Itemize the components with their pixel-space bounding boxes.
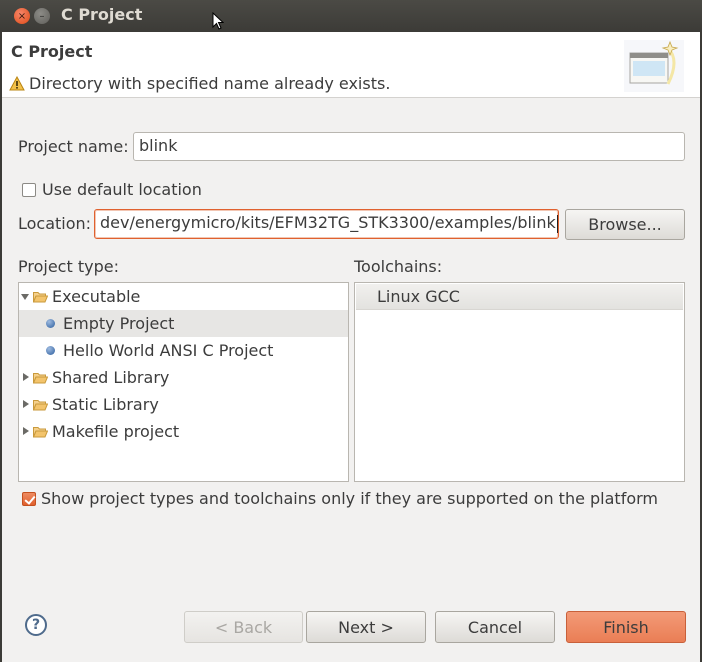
folder-icon xyxy=(33,400,48,411)
project-type-tree[interactable]: Executable Empty Project Hello World ANS… xyxy=(18,282,349,482)
help-icon[interactable]: ? xyxy=(25,614,47,636)
tree-item-label: Shared Library xyxy=(52,368,170,387)
expand-arrow-icon[interactable] xyxy=(21,294,29,300)
expand-arrow-icon[interactable] xyxy=(23,400,29,408)
c-project-dialog: C Project Directory with specified name … xyxy=(2,32,700,662)
tree-item-label: Executable xyxy=(52,287,141,306)
tree-item-label: Makefile project xyxy=(52,422,180,441)
expand-arrow-icon[interactable] xyxy=(23,373,29,381)
browse-button[interactable]: Browse... xyxy=(565,209,685,240)
folder-icon xyxy=(33,373,48,384)
help-glyph: ? xyxy=(31,617,41,633)
tree-item-label: Static Library xyxy=(52,395,159,414)
project-template-icon xyxy=(46,346,55,355)
toolchains-label: Toolchains: xyxy=(354,257,443,276)
finish-button[interactable]: Finish xyxy=(566,611,686,643)
wizard-header: C Project Directory with specified name … xyxy=(2,32,700,98)
window-title: C Project xyxy=(61,5,143,24)
project-name-input[interactable]: blink xyxy=(133,132,685,161)
tree-item-executable[interactable]: Executable xyxy=(19,283,348,310)
project-type-label: Project type: xyxy=(18,257,119,276)
folder-open-icon xyxy=(33,292,48,303)
project-name-label: Project name: xyxy=(18,137,129,156)
location-value: dev/energymicro/kits/EFM32TG_STK3300/exa… xyxy=(100,213,556,232)
back-button[interactable]: < Back xyxy=(184,611,303,643)
use-default-location-label[interactable]: Use default location xyxy=(42,180,202,199)
tree-item-hello-world[interactable]: Hello World ANSI C Project xyxy=(19,337,348,364)
mouse-pointer-icon xyxy=(212,12,224,30)
expand-arrow-icon[interactable] xyxy=(23,427,29,435)
folder-icon xyxy=(33,427,48,438)
tree-item-static-library[interactable]: Static Library xyxy=(19,391,348,418)
tree-item-makefile-project[interactable]: Makefile project xyxy=(19,418,348,445)
minimize-icon: – xyxy=(39,10,45,22)
show-supported-only-checkbox[interactable] xyxy=(22,492,36,506)
wizard-message-text: Directory with specified name already ex… xyxy=(29,74,391,93)
tree-item-label: Hello World ANSI C Project xyxy=(63,341,274,360)
location-label: Location: xyxy=(18,214,92,233)
window-close-button[interactable]: × xyxy=(14,8,30,24)
use-default-location-checkbox[interactable] xyxy=(22,183,36,197)
cancel-button[interactable]: Cancel xyxy=(435,611,555,643)
project-template-icon xyxy=(46,319,55,328)
toolchains-list[interactable]: Linux GCC xyxy=(354,282,685,482)
next-button[interactable]: Next > xyxy=(306,611,426,643)
location-input[interactable]: dev/energymicro/kits/EFM32TG_STK3300/exa… xyxy=(94,209,559,239)
tree-item-label: Empty Project xyxy=(63,314,175,333)
tree-item-empty-project[interactable]: Empty Project xyxy=(19,310,348,337)
text-caret xyxy=(556,214,558,233)
close-icon: × xyxy=(17,10,27,22)
window-minimize-button[interactable]: – xyxy=(34,8,50,24)
wizard-title: C Project xyxy=(11,42,93,61)
wizard-message: Directory with specified name already ex… xyxy=(9,74,390,93)
warning-icon xyxy=(9,76,25,91)
window-titlebar: × – C Project xyxy=(0,0,702,32)
show-supported-only-label[interactable]: Show project types and toolchains only i… xyxy=(41,489,658,508)
tree-item-shared-library[interactable]: Shared Library xyxy=(19,364,348,391)
toolchain-item-linux-gcc[interactable]: Linux GCC xyxy=(356,284,683,310)
project-name-value: blink xyxy=(139,136,178,155)
new-wizard-icon xyxy=(624,40,684,92)
